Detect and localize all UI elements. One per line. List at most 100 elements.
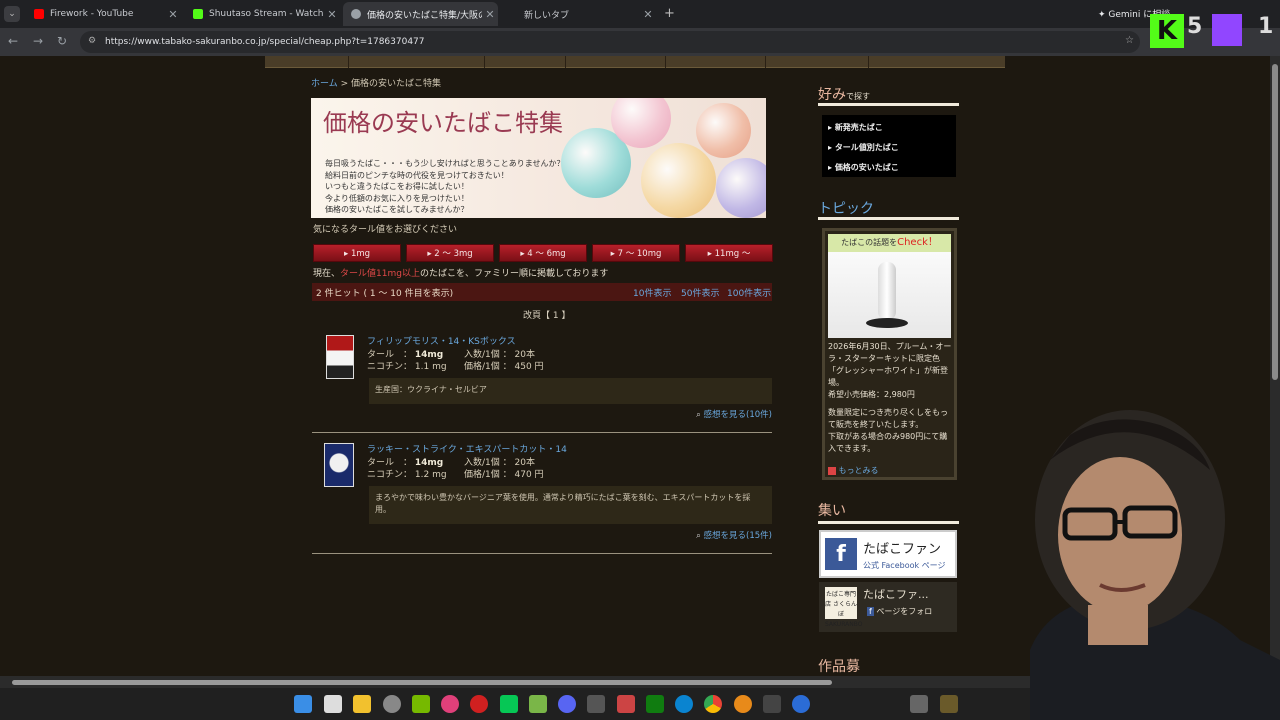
new-tab-button[interactable]: + [664, 6, 675, 21]
tab-new[interactable]: 新しいタブ ✕ [516, 2, 656, 26]
divider [868, 56, 869, 68]
review-link[interactable]: ⌕ 感想を見る(10件) [696, 408, 772, 420]
forward-button[interactable]: → [33, 34, 43, 48]
task-view-icon[interactable] [324, 695, 342, 713]
decorative-ball [716, 158, 766, 218]
product-image[interactable] [326, 335, 354, 379]
topic-banner: たばこの話題をCheck！ [828, 234, 951, 252]
menu-item-cheap[interactable]: ▸ 価格の安いたばこ [828, 162, 899, 173]
app-icon[interactable] [529, 695, 547, 713]
kick-viewer-count: 5 [1187, 14, 1203, 39]
close-icon[interactable]: ✕ [482, 8, 498, 21]
folder-icon[interactable] [353, 695, 371, 713]
tar-button-4-6mg[interactable]: ▸ 4 ～ 6mg [499, 244, 587, 262]
close-icon[interactable]: ✕ [324, 8, 340, 21]
sidebar-menu: ▸ 新発売たばこ ▸ タール値別たばこ ▸ 価格の安いたばこ [822, 115, 956, 177]
xbox-icon[interactable] [646, 695, 664, 713]
tar-button-7-10mg[interactable]: ▸ 7 ～ 10mg [592, 244, 680, 262]
tar-button-11mg[interactable]: ▸ 11mg ～ [685, 244, 773, 262]
tab-youtube[interactable]: Firework - YouTube ✕ [26, 2, 181, 26]
record-icon[interactable] [470, 695, 488, 713]
device-base [866, 318, 908, 328]
app-icon[interactable] [734, 695, 752, 713]
chrome-icon[interactable] [704, 695, 722, 713]
facebook-subtitle: 公式 Facebook ページ [863, 561, 946, 570]
site-info-icon[interactable]: ⚙ [88, 36, 96, 46]
nicotine-value: 1.1 mg [414, 362, 447, 372]
banner-text: 毎日吸うたばこ・・・もう少し安ければと思うことありませんか？ 給料日前のピンチな… [325, 158, 565, 216]
line-icon[interactable] [500, 695, 518, 713]
follow-page-button[interactable]: f ページをフォロ [867, 606, 932, 617]
app-icon[interactable] [383, 695, 401, 713]
product-name-link[interactable]: ラッキー・ストライク・エキスパートカット・14 [367, 442, 567, 455]
scrollbar-thumb[interactable] [1272, 64, 1278, 380]
webcam-overlay [960, 400, 1280, 720]
tab-sakuranbo[interactable]: 価格の安いたばこ特集/大阪のたば ✕ [343, 2, 498, 26]
app-icon[interactable] [910, 695, 928, 713]
app-icon[interactable] [441, 695, 459, 713]
price-value: 450 円 [514, 362, 544, 372]
app-icon[interactable] [940, 695, 958, 713]
breadcrumb-home-link[interactable]: ホーム [311, 79, 338, 89]
tab-search-button[interactable]: ⌄ [4, 6, 20, 22]
reload-button[interactable]: ↻ [57, 34, 67, 48]
app-icon[interactable] [587, 695, 605, 713]
topic-more-label: もっとみる [838, 466, 879, 475]
topic-banner-mark: ！ [927, 237, 938, 248]
topic-box: たばこの話題をCheck！ 2026年6月30日、プルーム・オーラ・スターターキ… [822, 228, 957, 480]
topic-line: 数量限定につき売り尽くしをもって販売を終了いたします。 [828, 408, 948, 429]
banner-line: いつもと違うたばこをお得に試したい！ [325, 182, 469, 191]
nicotine-spec: ニコチン： 1.2 mg [367, 467, 447, 480]
menu-label: タール値別たばこ [834, 143, 899, 152]
show-50-link[interactable]: 50件表示 [681, 286, 719, 299]
decorative-ball [641, 143, 716, 218]
nicotine-value: 1.2 mg [414, 470, 447, 480]
comment-icon: ⌕ [696, 531, 704, 541]
show-10-link[interactable]: 10件表示 [633, 286, 671, 299]
show-100-link[interactable]: 100件表示 [727, 286, 771, 299]
close-icon[interactable]: ✕ [165, 8, 181, 21]
discord-icon[interactable] [558, 695, 576, 713]
divider [565, 56, 566, 68]
menu-item-new[interactable]: ▸ 新発売たばこ [828, 122, 883, 133]
star-icon[interactable]: ☆ [1125, 35, 1134, 46]
back-button[interactable]: ← [8, 34, 18, 48]
app-icon[interactable] [617, 695, 635, 713]
edge-icon[interactable] [675, 695, 693, 713]
tar-button-2-3mg[interactable]: ▸ 2 ～ 3mg [406, 244, 494, 262]
scrollbar-thumb[interactable] [12, 680, 832, 685]
price-label: 価格/1個 ： [464, 470, 512, 480]
close-icon[interactable]: ✕ [640, 8, 656, 21]
price-spec: 価格/1個 ： 470 円 [464, 467, 544, 480]
topic-image[interactable] [828, 252, 951, 338]
topic-more-link[interactable]: もっとみる [828, 465, 879, 476]
tar-button-label: 4 ～ 6mg [527, 249, 566, 259]
breadcrumb-separator: > [337, 79, 351, 89]
tab-kick[interactable]: Shuutaso Stream - Watch Live on ✕ [185, 2, 340, 26]
menu-item-tar[interactable]: ▸ タール値別たばこ [828, 142, 899, 153]
divider [665, 56, 666, 68]
banner-line: 今より低額のお気に入りを見つけたい！ [325, 193, 469, 203]
sidebar-heading-preference: 好みで探す [818, 84, 870, 104]
url-text: https://www.tabako-sakuranbo.co.jp/speci… [105, 37, 425, 47]
app-icon[interactable] [792, 695, 810, 713]
divider [312, 553, 772, 554]
product-image[interactable] [324, 443, 354, 487]
address-bar[interactable]: ⚙ https://www.tabako-sakuranbo.co.jp/spe… [80, 31, 1140, 53]
note-highlight: タール値11mg以上 [340, 269, 420, 279]
youtube-icon [34, 9, 44, 19]
facebook-banner[interactable]: f たばこファン 公式 Facebook ページ [819, 530, 957, 578]
facebook-widget[interactable]: たばこ専門店 さくらんぼ SAKURANBO たばこファ... f ページをフォ… [819, 582, 957, 632]
facebook-page-name[interactable]: たばこファ... [863, 586, 929, 602]
tar-button-1mg[interactable]: ▸ 1mg [313, 244, 401, 262]
twitch-icon [1212, 14, 1242, 46]
app-icon[interactable] [763, 695, 781, 713]
breadcrumb: ホーム > 価格の安いたばこ特集 [311, 76, 441, 89]
product-name-link[interactable]: フィリップモリス・14・KSボックス [367, 334, 516, 347]
nvidia-icon[interactable] [412, 695, 430, 713]
kick-logo: K [1150, 14, 1184, 48]
pager[interactable]: 改頁【 1 】 [523, 308, 570, 321]
facebook-icon: f [825, 538, 857, 570]
windows-start-icon[interactable] [294, 695, 312, 713]
review-link[interactable]: ⌕ 感想を見る(15件) [696, 529, 772, 541]
